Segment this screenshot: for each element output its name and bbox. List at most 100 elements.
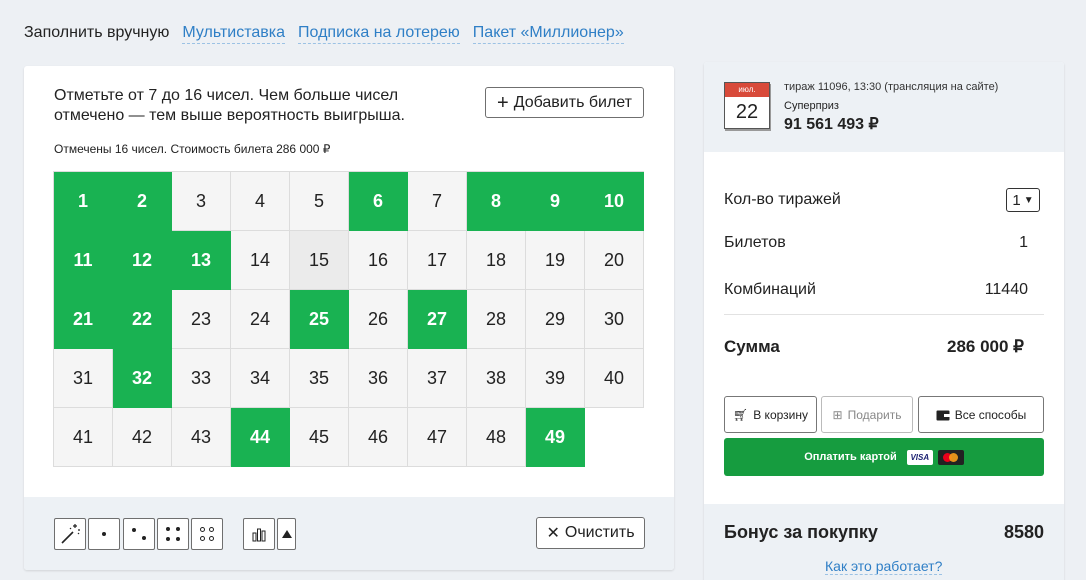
combinations-label: Комбинаций (724, 281, 816, 298)
mastercard-logo (937, 449, 964, 465)
number-cell[interactable]: 19 (526, 231, 585, 290)
number-cell[interactable]: 14 (231, 231, 290, 290)
number-cell[interactable]: 10 (585, 172, 644, 231)
tickets-count-row: Билетов 1 (724, 234, 1044, 252)
wallet-icon (936, 410, 950, 420)
number-cell[interactable]: 1 (54, 172, 113, 231)
number-cell[interactable]: 35 (290, 349, 349, 408)
draws-count-value: 1 (1012, 191, 1021, 209)
close-icon: ✕ (546, 525, 560, 542)
calendar-day: 22 (735, 101, 759, 123)
number-cell[interactable]: 25 (290, 290, 349, 349)
tab-millionaire-package[interactable]: Пакет «Миллионер» (472, 24, 624, 44)
number-cell[interactable]: 27 (408, 290, 467, 349)
how-it-works-link[interactable]: Как это работает? (825, 558, 943, 575)
number-cell[interactable]: 12 (113, 231, 172, 290)
number-cell[interactable]: 9 (526, 172, 585, 231)
number-cell[interactable]: 33 (172, 349, 231, 408)
two-dots-icon (131, 526, 147, 542)
draws-count-select[interactable]: 1 ▼ (1006, 188, 1040, 212)
sum-row: Сумма 286 000 ₽ (724, 337, 1044, 357)
calendar-icon: июл. 22 (724, 82, 770, 129)
number-cell[interactable]: 21 (54, 290, 113, 349)
number-cell[interactable]: 45 (290, 408, 349, 467)
gift-button[interactable]: ⊞ Подарить (821, 396, 913, 433)
clear-label: Очистить (564, 524, 635, 541)
combinations-value: 11440 (984, 281, 1028, 298)
number-cell[interactable]: 11 (54, 231, 113, 290)
number-cell[interactable]: 36 (349, 349, 408, 408)
number-cell[interactable]: 7 (408, 172, 467, 231)
number-cell[interactable]: 47 (408, 408, 467, 467)
number-cell[interactable]: 6 (349, 172, 408, 231)
add-to-cart-label: В корзину (753, 407, 808, 422)
number-cell[interactable]: 22 (113, 290, 172, 349)
four-circles-icon (199, 526, 215, 542)
pattern-two-dots-button[interactable] (123, 518, 155, 550)
number-cell[interactable]: 41 (54, 408, 113, 467)
pattern-one-dot-button[interactable] (88, 518, 120, 550)
sum-label: Сумма (724, 337, 780, 356)
pattern-four-dots-button[interactable] (157, 518, 189, 550)
autofill-button[interactable] (54, 518, 86, 550)
number-cell[interactable]: 28 (467, 290, 526, 349)
number-cell[interactable]: 4 (231, 172, 290, 231)
number-cell[interactable]: 18 (467, 231, 526, 290)
statistics-button[interactable] (243, 518, 275, 550)
pattern-four-circles-button[interactable] (191, 518, 223, 550)
plus-icon: + (497, 91, 509, 114)
bar-chart-icon (252, 528, 266, 542)
calendar-month: июл. (725, 83, 769, 97)
cart-icon: 🛒︎ (732, 407, 749, 422)
number-cell[interactable]: 30 (585, 290, 644, 349)
number-cell[interactable]: 20 (585, 231, 644, 290)
number-cell[interactable]: 24 (231, 290, 290, 349)
number-cell[interactable]: 8 (467, 172, 526, 231)
tab-manual[interactable]: Заполнить вручную (24, 24, 169, 44)
draw-header: июл. 22 тираж 11096, 13:30 (трансляция н… (704, 62, 1064, 152)
number-cell[interactable]: 44 (231, 408, 290, 467)
clear-button[interactable]: ✕ Очистить (536, 517, 645, 549)
four-dots-icon (165, 526, 181, 542)
number-grid: 1 2 3 4 5 6 7 8 9 10 11 12 13 14 15 16 17 18 19 20 21 22 23 24 2… (53, 171, 644, 467)
number-cell[interactable]: 13 (172, 231, 231, 290)
number-cell[interactable]: 43 (172, 408, 231, 467)
pay-by-card-button[interactable]: Оплатить картой VISA (724, 438, 1044, 476)
number-cell[interactable]: 15 (290, 231, 349, 290)
tab-multibet[interactable]: Мультиставка (182, 24, 286, 44)
number-cell[interactable]: 32 (113, 349, 172, 408)
number-cell[interactable]: 40 (585, 349, 644, 408)
number-cell[interactable]: 34 (231, 349, 290, 408)
number-cell[interactable]: 42 (113, 408, 172, 467)
number-cell[interactable]: 37 (408, 349, 467, 408)
number-cell[interactable]: 26 (349, 290, 408, 349)
number-cell[interactable]: 49 (526, 408, 585, 467)
all-payment-methods-button[interactable]: Все способы (918, 396, 1044, 433)
statistics-toggle-button[interactable] (277, 518, 296, 550)
superprize-value: 91 561 493 ₽ (784, 116, 879, 133)
add-ticket-button[interactable]: + Добавить билет (485, 87, 644, 118)
one-dot-icon (96, 526, 112, 542)
instruction-text: Отметьте от 7 до 16 чисел. Чем больше чи… (54, 87, 405, 124)
number-cell[interactable]: 16 (349, 231, 408, 290)
number-cell[interactable]: 29 (526, 290, 585, 349)
add-to-cart-button[interactable]: 🛒︎ В корзину (724, 396, 817, 433)
visa-logo: VISA (906, 449, 933, 465)
number-cell[interactable]: 17 (408, 231, 467, 290)
gift-icon: ⊞ (832, 407, 843, 422)
number-cell[interactable]: 39 (526, 349, 585, 408)
number-cell[interactable]: 2 (113, 172, 172, 231)
number-cell[interactable]: 46 (349, 408, 408, 467)
number-cell[interactable]: 3 (172, 172, 231, 231)
tab-subscription[interactable]: Подписка на лотерею (298, 24, 460, 44)
number-cell[interactable]: 38 (467, 349, 526, 408)
sum-value: 286 000 ₽ (947, 337, 1024, 356)
number-cell[interactable]: 31 (54, 349, 113, 408)
divider (724, 314, 1044, 315)
ticket-panel: Отметьте от 7 до 16 чисел. Чем больше чи… (24, 66, 674, 570)
number-cell[interactable]: 5 (290, 172, 349, 231)
draws-count-label: Кол-во тиражей (724, 191, 841, 208)
draws-count-row: Кол-во тиражей 1 ▼ (724, 188, 1044, 212)
number-cell[interactable]: 48 (467, 408, 526, 467)
number-cell[interactable]: 23 (172, 290, 231, 349)
